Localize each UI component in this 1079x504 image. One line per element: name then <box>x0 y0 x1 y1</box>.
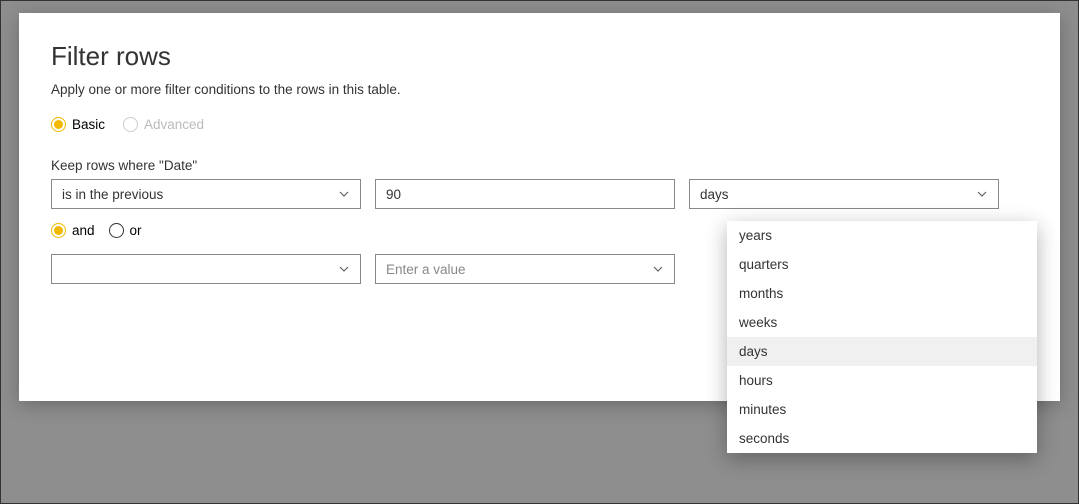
unit-select-1[interactable]: days <box>689 179 999 209</box>
logic-and-radio[interactable]: and <box>51 223 95 238</box>
keep-rows-label: Keep rows where "Date" <box>51 158 1028 173</box>
dialog-title: Filter rows <box>51 41 1028 72</box>
radio-dot-icon <box>123 117 138 132</box>
mode-advanced-radio[interactable]: Advanced <box>123 117 204 132</box>
logic-and-label: and <box>72 223 95 238</box>
dialog-subtitle: Apply one or more filter conditions to t… <box>51 82 1028 97</box>
value-input-1-wrapper <box>375 179 675 209</box>
unit-option-weeks[interactable]: weeks <box>727 308 1037 337</box>
unit-option-seconds[interactable]: seconds <box>727 424 1037 453</box>
unit-option-days[interactable]: days <box>727 337 1037 366</box>
chevron-down-icon <box>976 188 988 200</box>
logic-or-label: or <box>130 223 142 238</box>
unit-dropdown-panel: yearsquartersmonthsweeksdayshoursminutes… <box>727 221 1037 453</box>
mode-basic-radio[interactable]: Basic <box>51 117 105 132</box>
unit-option-minutes[interactable]: minutes <box>727 395 1037 424</box>
radio-dot-icon <box>51 223 66 238</box>
chevron-down-icon <box>338 188 350 200</box>
radio-dot-icon <box>51 117 66 132</box>
condition-select-2[interactable] <box>51 254 361 284</box>
unit-option-hours[interactable]: hours <box>727 366 1037 395</box>
condition-select-1-value: is in the previous <box>62 187 163 202</box>
unit-option-months[interactable]: months <box>727 279 1037 308</box>
value-input-2[interactable] <box>386 262 652 277</box>
radio-dot-icon <box>109 223 124 238</box>
mode-basic-label: Basic <box>72 117 105 132</box>
condition-select-1[interactable]: is in the previous <box>51 179 361 209</box>
value-input-2-wrapper[interactable] <box>375 254 675 284</box>
chevron-down-icon <box>652 263 664 275</box>
chevron-down-icon <box>338 263 350 275</box>
filter-row-1: is in the previous days <box>51 179 1028 209</box>
mode-radio-group: Basic Advanced <box>51 117 1028 132</box>
value-input-1[interactable] <box>386 187 664 202</box>
logic-or-radio[interactable]: or <box>109 223 142 238</box>
unit-option-quarters[interactable]: quarters <box>727 250 1037 279</box>
mode-advanced-label: Advanced <box>144 117 204 132</box>
unit-option-years[interactable]: years <box>727 221 1037 250</box>
unit-select-1-value: days <box>700 187 729 202</box>
